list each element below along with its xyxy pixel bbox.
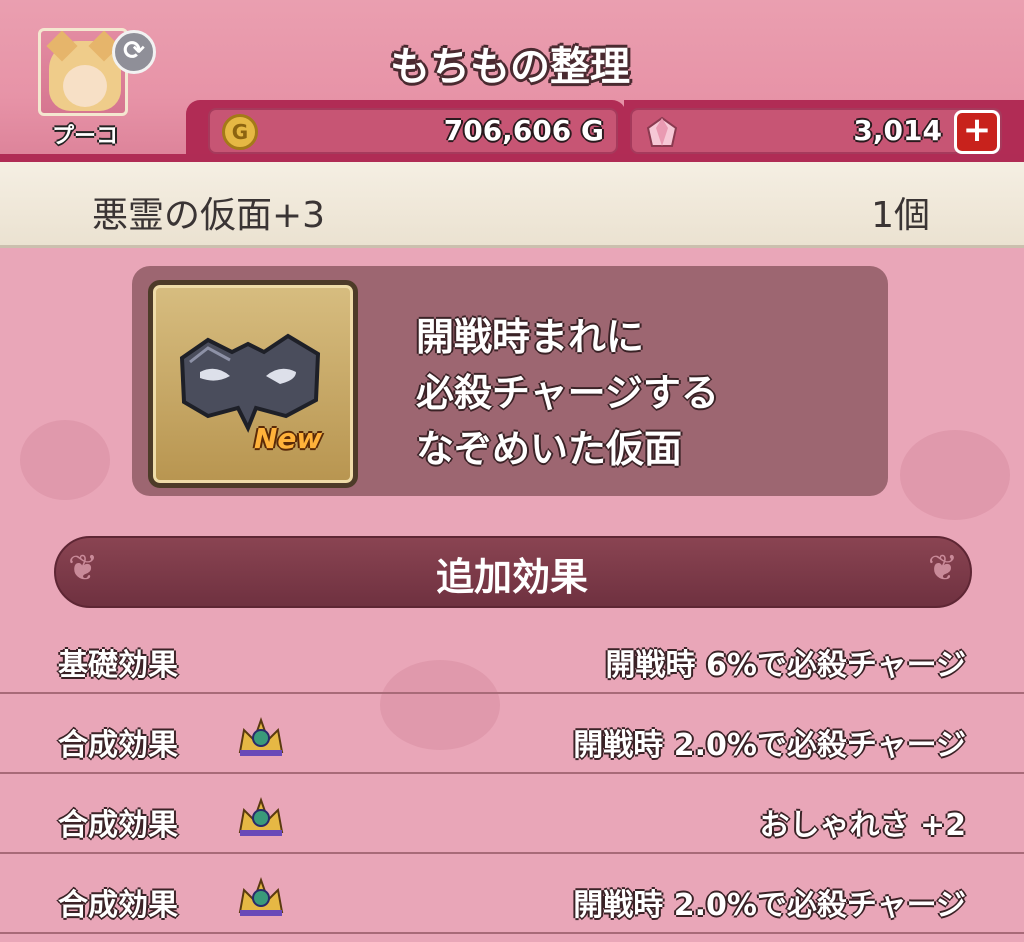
coin-icon: G	[222, 114, 258, 150]
bg-decoration	[900, 430, 1010, 520]
effect-value: 開戦時 2.0%で必殺チャージ	[573, 888, 966, 923]
effect-label: 合成効果	[58, 728, 178, 763]
description-line: 開戦時まれに	[416, 315, 645, 359]
bg-decoration	[20, 420, 110, 500]
gem-icon	[646, 116, 678, 147]
new-badge: New	[254, 422, 323, 455]
crown-icon	[238, 876, 284, 916]
effect-value: おしゃれさ +2	[759, 808, 966, 843]
character-name: プーコ	[51, 124, 118, 149]
mask-icon	[179, 333, 321, 433]
effect-value: 開戦時 2.0%で必殺チャージ	[573, 728, 966, 763]
effect-label: 合成効果	[58, 808, 178, 843]
add-gems-button[interactable]: +	[954, 110, 1000, 154]
item-name: 悪霊の仮面+3	[92, 195, 326, 236]
section-title: 追加効果	[435, 555, 588, 599]
description-line: 必殺チャージする	[416, 371, 719, 415]
header-divider	[0, 154, 1024, 162]
swap-character-icon[interactable]: ⟳	[112, 30, 156, 74]
avatar-face	[63, 65, 107, 107]
gem-amount: 3,014	[853, 114, 942, 147]
crown-icon	[238, 716, 284, 756]
effect-label: 合成効果	[58, 888, 178, 923]
crown-icon	[238, 796, 284, 836]
item-count: 1個	[871, 195, 930, 236]
gold-amount: 706,606 G	[443, 114, 604, 147]
effect-value: 開戦時 6%で必殺チャージ	[605, 648, 966, 683]
page-title: もちもの整理	[390, 44, 630, 90]
effect-label: 基礎効果	[58, 648, 178, 683]
description-line: なぞめいた仮面	[416, 427, 683, 471]
